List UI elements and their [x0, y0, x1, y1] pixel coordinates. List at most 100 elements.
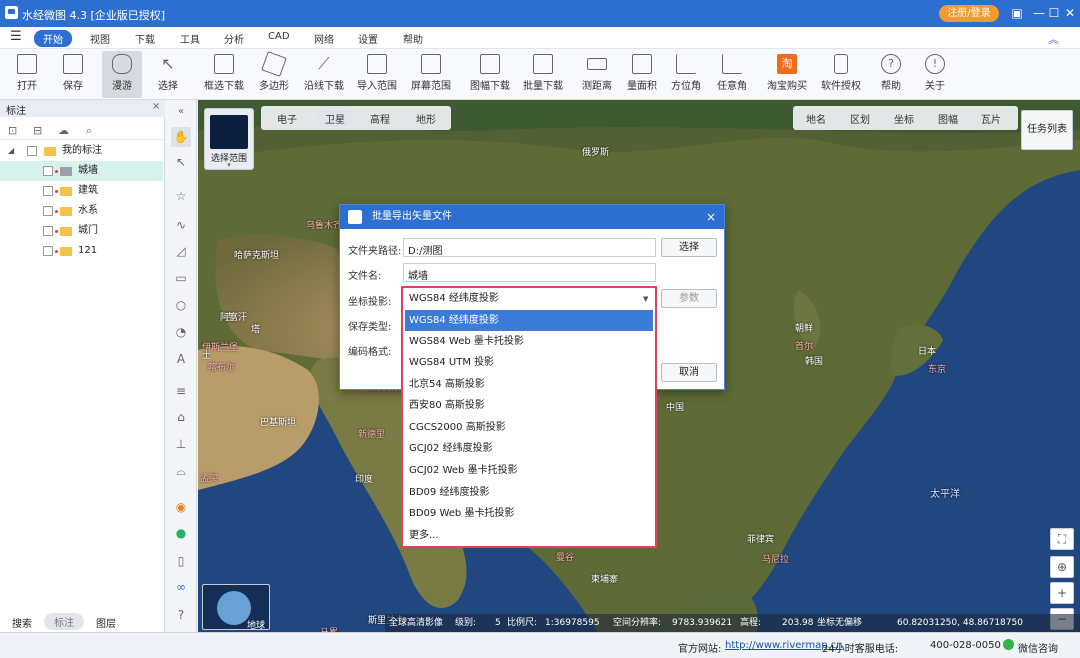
select-range-widget[interactable]: 选择范围 ▾ — [204, 108, 254, 170]
checkbox[interactable] — [43, 206, 53, 216]
open-button[interactable]: 打开 — [10, 51, 44, 98]
tree-item-jianzhu[interactable]: 建筑 — [0, 181, 163, 201]
task-list-button[interactable]: 任务列表 — [1021, 110, 1073, 150]
filename-field[interactable]: 城墙 — [403, 263, 656, 282]
help-button[interactable]: ? 帮助 — [874, 51, 908, 98]
menu-view[interactable]: 视图 — [90, 31, 110, 46]
tab-division[interactable]: 区划 — [850, 111, 870, 126]
tab-search[interactable]: 搜索 — [12, 615, 32, 630]
azimuth-button[interactable]: 方位角 — [668, 51, 704, 98]
menu-download[interactable]: 下载 — [135, 31, 155, 46]
point-marker-icon[interactable]: ☆ — [171, 186, 191, 206]
parameters-button[interactable]: 参数 — [661, 289, 717, 308]
any-angle-button[interactable]: 任意角 — [714, 51, 750, 98]
add-annotation-icon[interactable]: ⊡ — [8, 124, 17, 137]
software-license-button[interactable]: 软件授权 — [818, 51, 864, 98]
polyline-icon[interactable]: ∿ — [171, 215, 191, 235]
screen-range-button[interactable]: 屏幕范围 — [408, 51, 454, 98]
hamburger-menu-icon[interactable]: ☰ — [10, 29, 22, 44]
dropdown-option[interactable]: GCJ02 Web 墨卡托投影 — [405, 460, 653, 481]
menu-tools[interactable]: 工具 — [180, 31, 200, 46]
tree-item-chengmen[interactable]: 城门 — [0, 221, 163, 241]
polygon-download-button[interactable]: 多边形 — [254, 51, 294, 98]
pan-button[interactable]: 漫游 — [102, 51, 142, 98]
select-button[interactable]: ↖ 选择 — [150, 51, 186, 98]
projection-dropdown[interactable]: WGS84 经纬度投影 ▼ WGS84 经纬度投影 WGS84 Web 墨卡托投… — [401, 286, 657, 548]
checkbox[interactable] — [43, 246, 53, 256]
tree-item-shuixi[interactable]: 水系 — [0, 201, 163, 221]
tab-coords[interactable]: 坐标 — [894, 111, 914, 126]
phone-icon[interactable]: ▯ — [171, 551, 191, 571]
select-folder-button[interactable]: 选择 — [661, 238, 717, 257]
collapse-arrow-icon[interactable]: « — [171, 102, 191, 122]
menu-start[interactable]: 开始 — [34, 30, 72, 47]
rectangle-icon[interactable]: ▭ — [171, 268, 191, 288]
tab-satellite[interactable]: 卫星 — [317, 110, 353, 127]
checkbox[interactable] — [43, 186, 53, 196]
dialog-close-icon[interactable]: × — [706, 205, 716, 229]
location-icon[interactable]: ◉ — [171, 497, 191, 517]
taobao-buy-button[interactable]: 淘淘宝购买 — [764, 51, 810, 98]
dropdown-option[interactable]: 西安80 高斯投影 — [405, 395, 653, 416]
menu-network[interactable]: 网络 — [314, 31, 334, 46]
import-range-button[interactable]: 导入范围 — [354, 51, 400, 98]
collapse-ribbon-icon[interactable]: ︽ — [1048, 31, 1059, 47]
sector-icon[interactable]: ◔ — [171, 322, 191, 342]
measure-area-button[interactable]: 量面积 — [624, 51, 660, 98]
glasses-icon[interactable]: ∞ — [171, 577, 191, 597]
tower-icon[interactable]: ⊥ — [171, 434, 191, 454]
dropdown-option-more[interactable]: 更多... — [405, 525, 653, 546]
box-download-button[interactable]: 框选下载 — [200, 51, 248, 98]
folder-path-field[interactable]: D:/测图 — [403, 238, 656, 257]
globe-switch[interactable]: 地球 — [202, 584, 270, 631]
dropdown-option[interactable]: BD09 经纬度投影 — [405, 482, 653, 503]
dropdown-option[interactable]: WGS84 Web 墨卡托投影 — [405, 331, 653, 352]
cloud-icon[interactable]: ☁ — [58, 124, 69, 137]
about-button[interactable]: ! 关于 — [918, 51, 952, 98]
road-icon[interactable]: ≡ — [171, 381, 191, 401]
locate-icon[interactable]: ⊕ — [1050, 556, 1074, 578]
search-icon[interactable]: ⌕ — [86, 124, 92, 138]
menu-analysis[interactable]: 分析 — [224, 31, 244, 46]
panel-close-icon[interactable]: × — [152, 101, 160, 112]
link-icon[interactable]: ● — [171, 523, 191, 543]
circle-icon[interactable]: ○ — [171, 295, 191, 315]
tab-layers[interactable]: 图层 — [96, 615, 116, 630]
expand-arrow-icon[interactable]: ◢ — [8, 141, 14, 161]
sheet-download-button[interactable]: 图幅下载 — [462, 51, 518, 98]
save-button[interactable]: 保存 — [56, 51, 90, 98]
cancel-button[interactable]: 取消 — [661, 363, 717, 382]
dropdown-option[interactable]: 北京54 高斯投影 — [405, 374, 653, 395]
menu-help[interactable]: 帮助 — [403, 31, 423, 46]
checkbox[interactable] — [43, 226, 53, 236]
projection-select[interactable]: WGS84 经纬度投影 ▼ — [405, 289, 653, 309]
bridge-icon[interactable]: ⌓ — [171, 461, 191, 481]
line-download-button[interactable]: ⟋ 沿线下载 — [300, 51, 348, 98]
tab-annotation[interactable]: 标注 — [44, 613, 84, 630]
measure-distance-button[interactable]: 测距离 — [578, 51, 616, 98]
checkbox[interactable] — [27, 146, 37, 156]
tab-sheet[interactable]: 图幅 — [938, 111, 958, 126]
batch-download-button[interactable]: 批量下载 — [520, 51, 566, 98]
building-icon[interactable]: ⌂ — [171, 407, 191, 427]
dropdown-option[interactable]: BD09 Web 墨卡托投影 — [405, 503, 653, 524]
tree-item-chengqiang[interactable]: 城墙 — [0, 161, 163, 181]
menu-settings[interactable]: 设置 — [358, 31, 378, 46]
fullscreen-icon[interactable]: ⛶ — [1050, 528, 1074, 550]
dropdown-option[interactable]: CGCS2000 高斯投影 — [405, 417, 653, 438]
text-icon[interactable]: A — [171, 349, 191, 369]
close-icon[interactable]: ✕ — [1061, 4, 1079, 22]
dropdown-option[interactable]: WGS84 UTM 投影 — [405, 352, 653, 373]
wechat-consult[interactable]: 微信咨询 — [1018, 640, 1058, 655]
menu-cad[interactable]: CAD — [268, 31, 290, 42]
tree-item-121[interactable]: 121 — [0, 241, 163, 261]
select-arrow-icon[interactable]: ↖ — [171, 152, 191, 172]
tab-elevation[interactable]: 高程 — [370, 111, 390, 126]
tab-tiles[interactable]: 瓦片 — [981, 111, 1001, 126]
open-folder-icon[interactable]: ⊟ — [33, 124, 42, 137]
dropdown-option[interactable]: WGS84 经纬度投影 — [405, 310, 653, 331]
area-chart-icon[interactable]: ◿ — [171, 241, 191, 261]
tab-electronic[interactable]: 电子 — [277, 111, 297, 126]
tab-terrain[interactable]: 地形 — [416, 111, 436, 126]
hand-icon[interactable]: ✋ — [171, 127, 191, 147]
